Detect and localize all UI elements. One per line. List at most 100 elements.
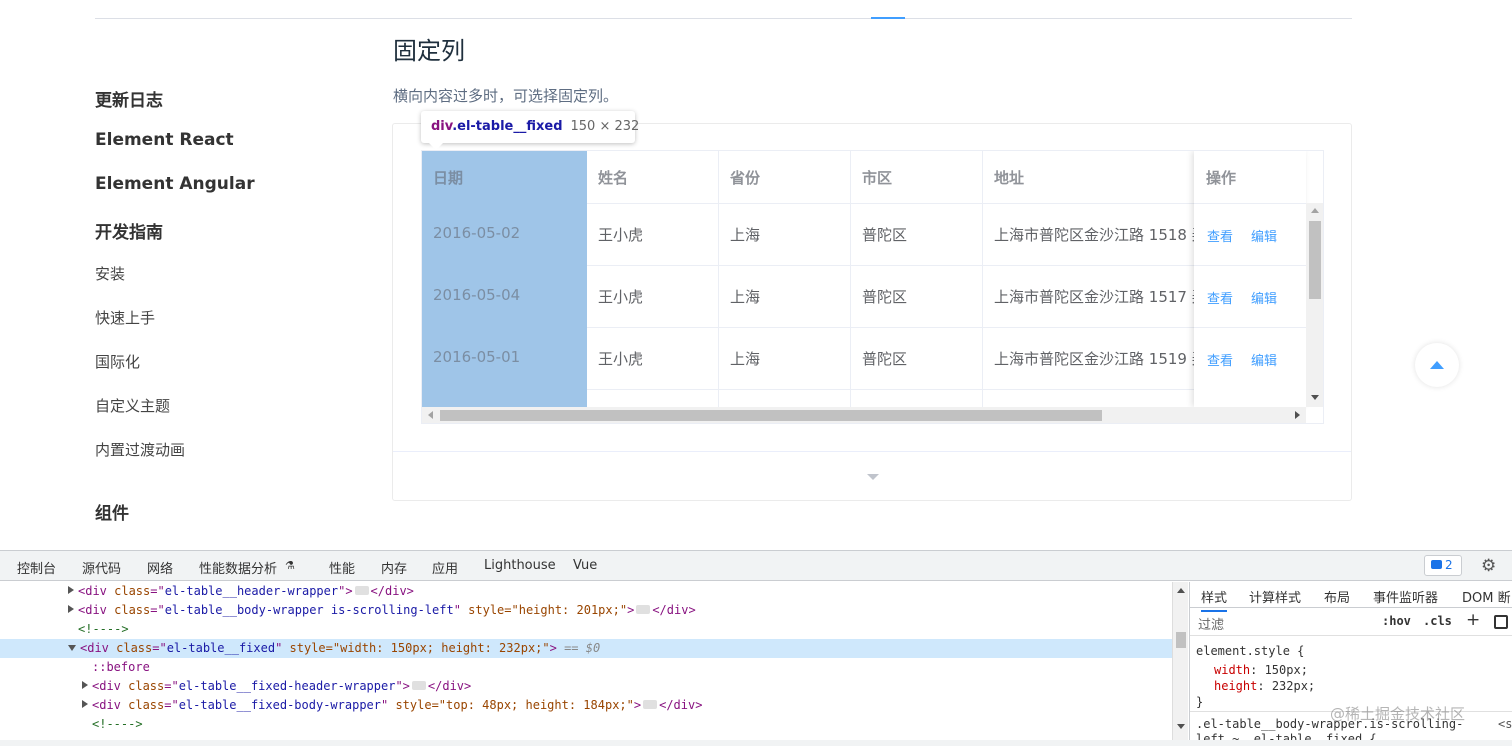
- expand-triangle-icon[interactable]: [68, 605, 74, 613]
- sidebar-item-element-angular[interactable]: Element Angular: [95, 174, 255, 194]
- collapsed-ellipsis[interactable]: [411, 681, 426, 690]
- tab-event-listeners[interactable]: 事件监听器: [1373, 587, 1438, 606]
- elements-scrollbar[interactable]: [1172, 582, 1188, 746]
- tab-network[interactable]: 网络: [147, 558, 173, 577]
- sidebar-item-install[interactable]: 安装: [95, 263, 125, 284]
- column-divider: [718, 151, 719, 407]
- computed-styles-toggle-icon[interactable]: [1494, 615, 1508, 629]
- tab-performance[interactable]: 性能: [329, 558, 355, 577]
- elements-scroll-thumb[interactable]: [1176, 632, 1186, 648]
- sidebar-item-element-react[interactable]: Element React: [95, 130, 234, 150]
- column-divider: [850, 151, 851, 407]
- tab-console[interactable]: 控制台: [17, 558, 56, 577]
- scroll-right-arrow-icon[interactable]: [1295, 411, 1300, 419]
- dom-node[interactable]: <div class="el-table__fixed-header-wrapp…: [0, 677, 1172, 696]
- page-title: 固定列: [393, 37, 465, 65]
- collapsed-ellipsis[interactable]: [643, 700, 658, 709]
- sidebar-item-quickstart[interactable]: 快速上手: [95, 307, 155, 328]
- cell-name: 王小虎: [598, 350, 644, 368]
- view-link[interactable]: 查看: [1207, 288, 1233, 307]
- dom-pseudo[interactable]: ::before: [0, 658, 1172, 677]
- sidebar-section-components: 组件: [95, 504, 129, 524]
- inspector-tooltip-pointer: [429, 143, 443, 150]
- table-vertical-scrollbar[interactable]: [1306, 203, 1323, 407]
- tooltip-tag: div: [431, 119, 453, 134]
- tab-layout[interactable]: 布局: [1324, 587, 1350, 606]
- sidebar-item-transition[interactable]: 内置过渡动画: [95, 439, 185, 460]
- view-link[interactable]: 查看: [1207, 226, 1233, 245]
- scroll-left-arrow-icon[interactable]: [428, 411, 433, 419]
- dom-node[interactable]: <div class="el-table__fixed-body-wrapper…: [0, 696, 1172, 715]
- gear-icon[interactable]: ⚙: [1481, 556, 1496, 576]
- tab-dom-breakpoints[interactable]: DOM 断: [1462, 587, 1511, 606]
- dom-node[interactable]: <div class="el-table__body-wrapper is-sc…: [0, 601, 1172, 620]
- column-header-province[interactable]: 省份: [730, 167, 760, 188]
- tab-performance-insights[interactable]: 性能数据分析: [199, 558, 277, 577]
- sidebar-section-dev-guide: 开发指南: [95, 223, 163, 243]
- dom-node-selected[interactable]: <div class="el-table__fixed" style="widt…: [0, 639, 1172, 658]
- dom-comment[interactable]: <!---->: [0, 620, 1172, 639]
- hov-toggle[interactable]: :hov: [1382, 614, 1411, 628]
- style-prop-height[interactable]: height: 232px;: [1214, 679, 1315, 693]
- cell-city: 普陀区: [862, 288, 908, 306]
- sidebar-item-custom-theme[interactable]: 自定义主题: [95, 395, 170, 416]
- edit-link[interactable]: 编辑: [1251, 226, 1277, 245]
- row-divider: [1194, 327, 1306, 328]
- tab-vue[interactable]: Vue: [573, 558, 597, 573]
- column-header-address[interactable]: 地址: [994, 167, 1024, 188]
- cell-address: 上海市普陀区金沙江路 1517 弄: [994, 288, 1194, 306]
- sidebar-item-changelog[interactable]: 更新日志: [95, 86, 163, 111]
- dom-comment[interactable]: <!---->: [0, 715, 1172, 734]
- view-link[interactable]: 查看: [1207, 350, 1233, 369]
- cell-date: 2016-05-01: [433, 348, 521, 366]
- cell-name: 王小虎: [598, 288, 644, 306]
- scroll-down-arrow-icon[interactable]: [1311, 395, 1319, 400]
- column-header-city[interactable]: 市区: [862, 167, 892, 188]
- row-divider: [1194, 265, 1306, 266]
- tab-computed[interactable]: 计算样式: [1249, 587, 1301, 606]
- tab-memory[interactable]: 内存: [381, 558, 407, 577]
- cls-toggle[interactable]: .cls: [1423, 614, 1452, 628]
- scroll-up-arrow-icon[interactable]: [1177, 588, 1185, 593]
- scroll-up-arrow-icon[interactable]: [1311, 208, 1319, 213]
- column-header-name[interactable]: 姓名: [598, 167, 628, 188]
- tab-sources[interactable]: 源代码: [82, 558, 121, 577]
- watermark: @稀土掘金技术社区: [1330, 705, 1466, 723]
- expand-code-caret-icon[interactable]: [867, 474, 879, 480]
- collapsed-ellipsis[interactable]: [354, 586, 369, 595]
- cell-city: 普陀区: [862, 350, 908, 368]
- add-rule-icon[interactable]: +: [1466, 610, 1480, 630]
- fixed-right-column: 操作 查看 编辑 查看 编辑 查看 编辑: [1194, 151, 1306, 407]
- horizontal-scroll-thumb[interactable]: [440, 410, 1102, 421]
- collapse-triangle-icon[interactable]: [68, 645, 76, 651]
- styles-tabbar: 样式 计算样式 布局 事件监听器 DOM 断: [1190, 582, 1512, 612]
- styles-filter-input[interactable]: 过滤: [1198, 614, 1224, 633]
- elements-tree: <div class="el-table__header-wrapper"> </…: [0, 582, 1172, 746]
- table-horizontal-scrollbar[interactable]: [422, 407, 1306, 423]
- tab-lighthouse[interactable]: Lighthouse: [484, 558, 556, 573]
- page: 更新日志 Element React Element Angular 开发指南 …: [0, 0, 1512, 746]
- vertical-scroll-thumb[interactable]: [1309, 221, 1321, 299]
- top-nav-active-indicator: [871, 17, 905, 19]
- row-divider: [1194, 203, 1306, 204]
- edit-link[interactable]: 编辑: [1251, 350, 1277, 369]
- edit-link[interactable]: 编辑: [1251, 288, 1277, 307]
- cell-name: 王小虎: [598, 226, 644, 244]
- column-divider: [982, 151, 983, 407]
- collapsed-ellipsis[interactable]: [636, 605, 651, 614]
- back-to-top-button[interactable]: [1415, 343, 1459, 387]
- devtools-tabbar: 控制台 源代码 网络 性能数据分析 ⚗ 性能 内存 应用 Lighthouse …: [0, 551, 1512, 581]
- dom-node[interactable]: <div class="el-table__header-wrapper"> </…: [0, 582, 1172, 601]
- scroll-down-arrow-icon[interactable]: [1177, 724, 1185, 729]
- style-prop-width[interactable]: width: 150px;: [1214, 663, 1308, 677]
- column-header-date[interactable]: 日期: [433, 167, 463, 188]
- expand-triangle-icon[interactable]: [82, 700, 88, 708]
- cell-province: 上海: [730, 226, 761, 244]
- expand-triangle-icon[interactable]: [68, 586, 74, 594]
- cell-date: 2016-05-02: [433, 224, 521, 242]
- issues-badge[interactable]: 2: [1424, 555, 1462, 576]
- tab-application[interactable]: 应用: [432, 558, 458, 577]
- next-rule-source-link[interactable]: <s: [1498, 717, 1512, 731]
- sidebar-item-i18n[interactable]: 国际化: [95, 351, 140, 372]
- expand-triangle-icon[interactable]: [82, 681, 88, 689]
